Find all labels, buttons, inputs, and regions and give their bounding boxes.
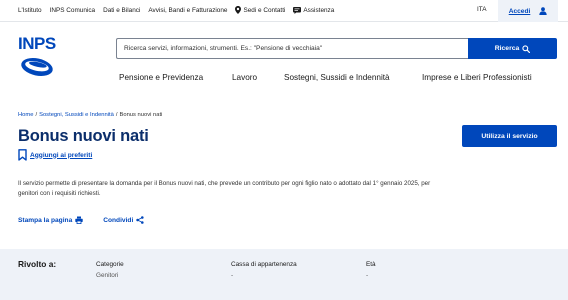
login-button[interactable]: Accedi	[498, 0, 558, 22]
audience-category-value: Genitori	[96, 272, 119, 279]
target-audience-heading: Rivolto a:	[18, 259, 57, 269]
service-description: Il servizio permette di presentare la do…	[18, 180, 431, 197]
audience-category: Categorie Genitori	[96, 261, 124, 279]
audience-cassa: Cassa di appartenenza -	[231, 261, 297, 279]
login-label: Accedi	[508, 7, 531, 15]
bookmark-icon	[18, 149, 27, 161]
utility-bar: L'Istituto INPS Comunica Dati e Bilanci …	[0, 0, 568, 22]
chat-icon	[293, 6, 302, 14]
breadcrumb-separator: /	[115, 112, 118, 118]
nav-item-pensione[interactable]: Pensione e Previdenza	[119, 73, 203, 82]
utility-link-assistenza-label: Assistenza	[303, 6, 335, 14]
share-label: Condividi	[103, 216, 134, 224]
page-title: Bonus nuovi nati	[18, 127, 149, 145]
audience-eta: Età -	[366, 261, 376, 279]
print-page-link[interactable]: Stampa la pagina	[18, 216, 83, 224]
breadcrumb-home[interactable]: Home	[18, 112, 33, 118]
print-page-label: Stampa la pagina	[18, 216, 73, 224]
user-icon	[539, 7, 548, 15]
add-favorite-link[interactable]: Aggiungi ai preferiti	[18, 149, 92, 161]
utility-links: L'Istituto INPS Comunica Dati e Bilanci …	[18, 6, 334, 14]
utility-link-assistenza[interactable]: Assistenza	[293, 6, 335, 14]
nav-item-imprese[interactable]: Imprese e Liberi Professionisti	[422, 73, 532, 82]
printer-icon	[75, 216, 83, 224]
audience-cassa-value: -	[231, 272, 234, 279]
audience-cassa-key: Cassa di appartenenza	[231, 261, 297, 268]
audience-eta-key: Età	[366, 261, 376, 268]
audience-eta-value: -	[366, 272, 369, 279]
utility-link-sedi-contatti[interactable]: Sedi e Contatti	[235, 6, 285, 14]
utility-link-avvisi[interactable]: Avvisi, Bandi e Fatturazione	[148, 7, 227, 14]
utility-link-sedi-label: Sedi e Contatti	[243, 6, 286, 14]
main-navigation: Pensione e Previdenza Lavoro Sostegni, S…	[0, 73, 568, 85]
utility-link-dati-bilanci[interactable]: Dati e Bilanci	[103, 7, 140, 14]
breadcrumb-separator: /	[35, 112, 38, 118]
breadcrumb: Home / Sostegni, Sussidi e Indennità / B…	[18, 112, 162, 118]
breadcrumb-sostegni[interactable]: Sostegni, Sussidi e Indennità	[39, 112, 114, 118]
nav-item-lavoro[interactable]: Lavoro	[232, 73, 257, 82]
target-audience-section: Rivolto a: Categorie Genitori Cassa di a…	[0, 249, 568, 300]
search-icon	[522, 44, 531, 53]
audience-category-key: Categorie	[96, 261, 124, 268]
nav-item-sostegni[interactable]: Sostegni, Sussidi e Indennità	[284, 73, 390, 82]
use-service-button[interactable]: Utilizza il servizio	[462, 125, 557, 147]
search-button[interactable]: Ricerca	[468, 38, 557, 59]
search-button-label: Ricerca	[494, 45, 520, 52]
location-pin-icon	[235, 6, 242, 14]
share-link[interactable]: Condividi	[103, 216, 144, 224]
language-selector[interactable]: ITA	[477, 6, 486, 13]
share-icon	[136, 216, 144, 224]
add-favorite-label: Aggiungi ai preferiti	[30, 151, 93, 159]
page-actions: Stampa la pagina Condividi	[18, 216, 144, 224]
breadcrumb-current: Bonus nuovi nati	[119, 112, 163, 118]
utility-link-istituto[interactable]: L'Istituto	[18, 7, 42, 14]
logo-text: INPS	[18, 34, 56, 53]
search-input[interactable]: Ricerca servizi, informazioni, strumenti…	[116, 38, 468, 59]
utility-link-inps-comunica[interactable]: INPS Comunica	[50, 7, 95, 14]
